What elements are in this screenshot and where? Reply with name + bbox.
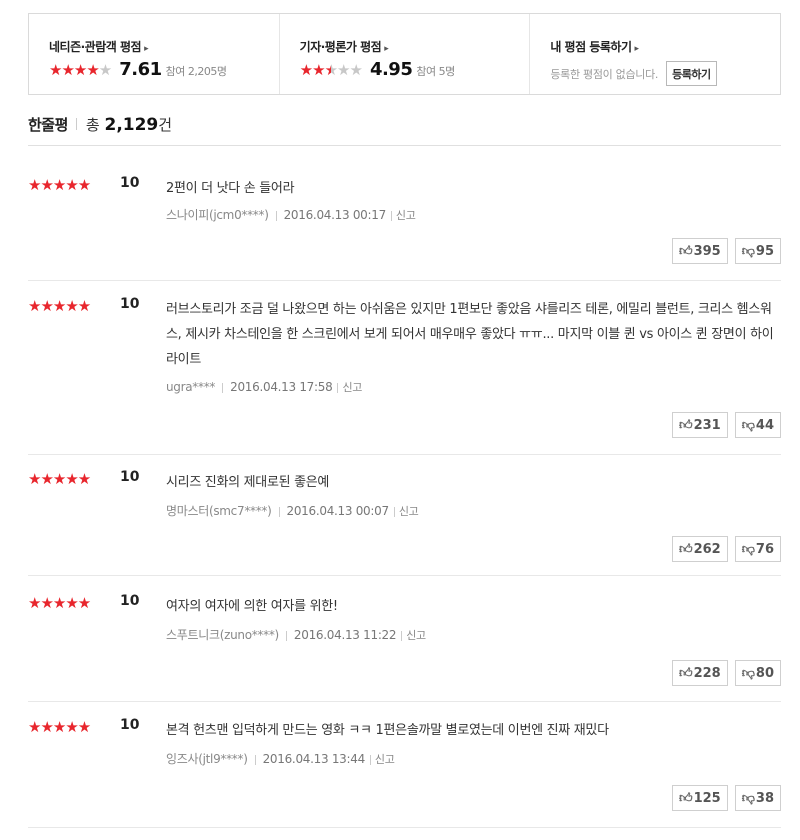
review-item: ★★★★★ 10 2편이 더 낫다 손 들어라 스나이피(jcm0****) 20… — [28, 175, 781, 281]
review-stars: ★★★★★ — [28, 718, 91, 736]
critic-score-box: 기자·평론가 평점 ▸ ★★★★★ 4.95 참여 5명 — [280, 14, 531, 94]
like-button[interactable]: 👍︎ 231 — [671, 412, 728, 438]
review-text: 2편이 더 낫다 손 들어라 — [166, 181, 295, 196]
review-item: ★★★★★ 10 시리즈 진화의 제대로된 좋은예 명마스터(smc7****)… — [28, 469, 781, 576]
review-text: 본격 헌츠맨 입덕하게 만드는 영화 ㅋㅋ 1편은솔까말 별로였는데 이번엔 진… — [166, 723, 609, 738]
review-item: ★★★★★ 10 러브스토리가 조금 덜 나왔으면 하는 아쉬움은 있지만 1편… — [28, 296, 781, 455]
review-date: 2016.04.13 17:58 — [230, 380, 333, 394]
review-score: 10 — [120, 717, 140, 733]
report-link[interactable]: 신고 — [396, 209, 416, 222]
review-date: 2016.04.13 00:07 — [286, 504, 390, 518]
review-score: 10 — [120, 175, 140, 191]
review-text: 여자의 여자에 의한 여자를 위한! — [166, 599, 338, 614]
critic-stars: ★★★★★ — [299, 61, 363, 79]
like-button[interactable]: 👍︎ 125 — [671, 785, 728, 811]
netizen-stars: ★★★★★ — [49, 61, 112, 79]
register-score-button[interactable]: 등록하기 — [666, 61, 717, 86]
review-user[interactable]: 명마스터(smc7****) — [166, 504, 272, 518]
netizen-score-label[interactable]: 네티즌·관람객 평점 — [49, 40, 142, 54]
dislike-button[interactable]: 👎︎ 44 — [734, 412, 781, 438]
review-item: ★★★★★ 10 여자의 여자에 의한 여자를 위한! 스푸트니크(zuno**… — [28, 593, 781, 702]
review-meta: 잉즈사(jtl9****) 2016.04.13 13:44 신고 — [166, 750, 395, 767]
thumb-up-icon: 👍︎ — [678, 790, 693, 806]
thumb-up-icon: 👍︎ — [678, 665, 693, 681]
review-stars: ★★★★★ — [28, 470, 91, 488]
review-meta: 명마스터(smc7****) 2016.04.13 00:07 신고 — [166, 502, 419, 519]
review-date: 2016.04.13 13:44 — [262, 752, 366, 766]
netizen-score-box: 네티즌·관람객 평점 ▸ ★★★★★ 7.61 참여 2,205명 — [29, 14, 280, 94]
review-item: ★★★★★ 10 본격 헌츠맨 입덕하게 만드는 영화 ㅋㅋ 1편은솔까말 별로… — [28, 717, 781, 828]
my-score-label[interactable]: 내 평점 등록하기 — [550, 40, 632, 54]
review-stars: ★★★★★ — [28, 594, 91, 612]
like-button[interactable]: 👍︎ 262 — [671, 536, 728, 562]
review-date: 2016.04.13 00:17 — [283, 208, 387, 222]
critic-score: 4.95 — [369, 59, 413, 80]
like-button[interactable]: 👍︎ 395 — [671, 238, 728, 264]
report-link[interactable]: 신고 — [399, 505, 419, 518]
review-user[interactable]: 잉즈사(jtl9****) — [166, 752, 248, 766]
like-button[interactable]: 👍︎ 228 — [671, 660, 728, 686]
thumb-down-icon: 👎︎ — [741, 665, 755, 681]
netizen-score: 7.61 — [119, 59, 162, 80]
section-title: 한줄평 — [28, 116, 68, 134]
review-score: 10 — [120, 296, 140, 312]
review-meta: ugra**** 2016.04.13 17:58 신고 — [166, 379, 362, 395]
dislike-button[interactable]: 👎︎ 95 — [734, 238, 781, 264]
report-link[interactable]: 신고 — [375, 753, 395, 766]
thumb-down-icon: 👎︎ — [741, 790, 755, 806]
total-prefix: 총 — [85, 116, 105, 134]
review-text: 러브스토리가 조금 덜 나왔으면 하는 아쉬움은 있지만 1편보단 좋았음 샤를… — [166, 302, 774, 367]
review-stars: ★★★★★ — [28, 297, 91, 315]
chevron-right-icon: ▸ — [144, 44, 149, 54]
no-score-text: 등록한 평점이 없습니다. — [550, 67, 659, 81]
review-date: 2016.04.13 11:22 — [293, 628, 397, 642]
reviews-heading: 한줄평 총 2,129건 — [28, 114, 781, 146]
review-meta: 스푸트니크(zuno****) 2016.04.13 11:22 신고 — [166, 626, 426, 643]
review-user[interactable]: ugra**** — [166, 380, 215, 394]
review-user[interactable]: 스나이피(jcm0****) — [166, 208, 269, 222]
review-score: 10 — [120, 593, 140, 609]
dislike-button[interactable]: 👎︎ 80 — [734, 660, 781, 686]
dislike-button[interactable]: 👎︎ 38 — [734, 785, 781, 811]
dislike-button[interactable]: 👎︎ 76 — [734, 536, 781, 562]
review-score: 10 — [120, 469, 140, 485]
chevron-right-icon: ▸ — [384, 44, 389, 54]
my-score-box: 내 평점 등록하기 ▸ 등록한 평점이 없습니다. 등록하기 — [530, 14, 780, 94]
review-text: 시리즈 진화의 제대로된 좋은예 — [166, 475, 330, 490]
thumb-up-icon: 👍︎ — [678, 243, 693, 259]
chevron-right-icon: ▸ — [634, 44, 640, 54]
report-link[interactable]: 신고 — [406, 629, 426, 642]
thumb-up-icon: 👍︎ — [678, 417, 693, 433]
review-count: 2,129 — [104, 115, 159, 135]
score-summary: 네티즌·관람객 평점 ▸ ★★★★★ 7.61 참여 2,205명 기자·평론가 … — [28, 13, 781, 95]
critic-score-label[interactable]: 기자·평론가 평점 — [300, 40, 382, 54]
thumb-down-icon: 👎︎ — [741, 541, 755, 557]
thumb-down-icon: 👎︎ — [741, 417, 755, 433]
report-link[interactable]: 신고 — [342, 381, 362, 394]
review-user[interactable]: 스푸트니크(zuno****) — [166, 628, 279, 642]
thumb-up-icon: 👍︎ — [678, 541, 693, 557]
review-meta: 스나이피(jcm0****) 2016.04.13 00:17 신고 — [166, 206, 416, 223]
review-stars: ★★★★★ — [28, 176, 91, 194]
netizen-participants: 참여 2,205명 — [165, 65, 227, 78]
thumb-down-icon: 👎︎ — [741, 243, 755, 259]
critic-participants: 참여 5명 — [416, 65, 455, 78]
count-suffix: 건 — [158, 116, 173, 134]
divider — [75, 118, 77, 130]
